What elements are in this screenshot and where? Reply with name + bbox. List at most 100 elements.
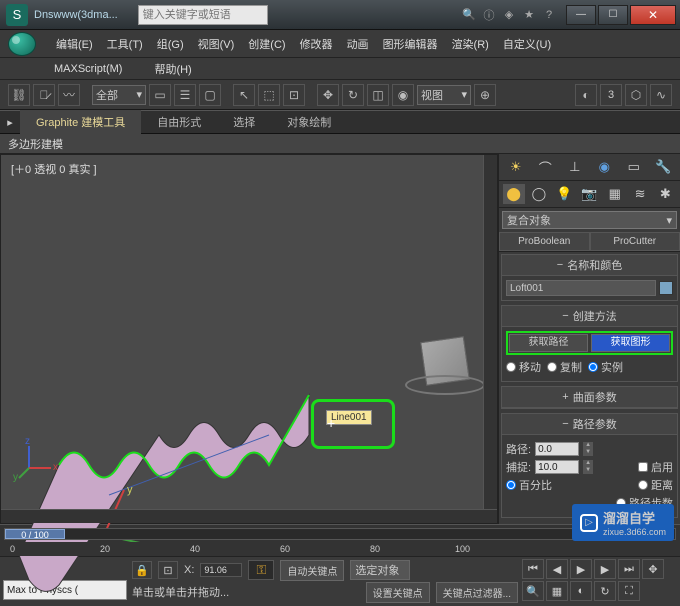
create-geom-icon[interactable]: ⬤ (503, 184, 525, 204)
get-path-button[interactable]: 获取路径 (509, 334, 588, 352)
star-icon[interactable]: ★ (520, 6, 538, 24)
path-value-input[interactable] (535, 442, 579, 456)
loft-object[interactable]: y x (9, 345, 329, 605)
menu-customize[interactable]: 自定义(U) (497, 33, 557, 55)
keyfilter-button[interactable]: 关键点过滤器... (436, 582, 518, 603)
hierarchy-icon[interactable]: ⊥ (564, 157, 586, 177)
ref-coord-icon[interactable]: ◉ (392, 84, 414, 106)
pivot-icon[interactable]: ⊕ (474, 84, 496, 106)
radio-distance[interactable]: 距离 (638, 477, 673, 493)
viewport-scrollbar-v[interactable] (483, 155, 497, 509)
object-name-input[interactable] (506, 280, 656, 296)
create-system-icon[interactable]: ✱ (654, 184, 676, 204)
menu-tools[interactable]: 工具(T) (101, 33, 149, 55)
snap-icon[interactable]: 3 (600, 84, 622, 106)
close-button[interactable]: ✕ (630, 5, 676, 25)
path-spinner[interactable]: ▲▼ (583, 442, 593, 456)
zoom-icon[interactable]: 🔍 (522, 581, 544, 601)
link-icon[interactable]: ⛓ (8, 84, 30, 106)
menu-modifier[interactable]: 修改器 (294, 33, 339, 55)
snap-spinner[interactable]: ▲▼ (583, 460, 593, 474)
select-rect-icon[interactable]: ▢ (199, 84, 221, 106)
snap-value-input[interactable] (535, 460, 579, 474)
select-paint-icon[interactable]: ⊡ (283, 84, 305, 106)
menu-render[interactable]: 渲染(R) (446, 33, 495, 55)
percent-snap-icon[interactable]: ∿ (650, 84, 672, 106)
menu-group[interactable]: 组(G) (151, 33, 190, 55)
menu-create[interactable]: 创建(C) (242, 33, 291, 55)
orbit-icon[interactable]: ↻ (594, 581, 616, 601)
menu-anim[interactable]: 动画 (341, 33, 375, 55)
create-light-icon[interactable]: 💡 (553, 184, 575, 204)
ref-coord-combo[interactable]: 视图▾ (417, 85, 471, 105)
minimize-button[interactable]: — (566, 5, 596, 25)
rotate-icon[interactable]: ↻ (342, 84, 364, 106)
tab-graphite[interactable]: Graphite 建模工具 (20, 110, 141, 134)
help-icon[interactable]: ? (540, 6, 558, 24)
goto-end-icon[interactable]: ⏭ (618, 559, 640, 579)
select-region-icon[interactable]: ⬚ (258, 84, 280, 106)
maximize-viewport-icon[interactable]: ⛶ (618, 581, 640, 601)
help-search-input[interactable] (138, 5, 268, 25)
viewport-scrollbar-h[interactable] (1, 509, 497, 523)
color-swatch[interactable] (659, 281, 673, 295)
ribbon-panel-label[interactable]: 多边形建模 (0, 134, 680, 154)
zoom-all-icon[interactable]: ▦ (546, 581, 568, 601)
maximize-button[interactable]: ☐ (598, 5, 628, 25)
key-target-combo[interactable]: 选定对象 (350, 560, 410, 580)
fov-icon[interactable]: ◐ (570, 581, 592, 601)
radio-move[interactable]: 移动 (506, 359, 541, 375)
binoculars-icon[interactable]: 🔍 (460, 6, 478, 24)
sun-icon[interactable]: ☀ (505, 157, 527, 177)
radio-percent[interactable]: 百分比 (506, 477, 552, 493)
menu-view[interactable]: 视图(V) (192, 33, 241, 55)
goto-start-icon[interactable]: ⏮ (522, 559, 544, 579)
viewport-label[interactable]: [＋0 透视 0 真实 ] (11, 161, 97, 177)
tab-freeform[interactable]: 自由形式 (141, 110, 217, 134)
utilities-icon[interactable]: 🔧 (652, 157, 674, 177)
category-combo[interactable]: 复合对象▾ (502, 211, 677, 229)
tab-objpaint[interactable]: 对象绘制 (271, 110, 347, 134)
create-shape-icon[interactable]: ◯ (528, 184, 550, 204)
manipulate-icon[interactable]: ◐ (575, 84, 597, 106)
cursor-icon[interactable]: ↖ (233, 84, 255, 106)
display-icon[interactable]: ▭ (623, 157, 645, 177)
radio-copy[interactable]: 复制 (547, 359, 582, 375)
unlink-icon[interactable]: ⛓̷ (33, 84, 55, 106)
menu-maxscript[interactable]: MAXScript(M) (48, 60, 128, 78)
next-frame-icon[interactable]: ▶ (594, 559, 616, 579)
prev-frame-icon[interactable]: ◀ (546, 559, 568, 579)
beacon-icon[interactable]: ◈ (500, 6, 518, 24)
setkey-button[interactable]: 设置关键点 (366, 582, 430, 603)
viewcube-ring[interactable] (405, 375, 485, 395)
tab-proboolean[interactable]: ProBoolean (499, 232, 590, 251)
create-spacewarp-icon[interactable]: ≋ (629, 184, 651, 204)
info-icon[interactable]: ⓘ (480, 6, 498, 24)
menu-help[interactable]: 帮助(H) (148, 58, 197, 80)
tab-procutter[interactable]: ProCutter (590, 232, 680, 251)
max-logo-icon[interactable] (8, 32, 36, 56)
menu-grapheditor[interactable]: 图形编辑器 (377, 33, 444, 55)
viewport-perspective[interactable]: [＋0 透视 0 真实 ] y x Line001 + z x y (0, 154, 498, 524)
select-name-icon[interactable]: ☰ (174, 84, 196, 106)
angle-snap-icon[interactable]: ⬡ (625, 84, 647, 106)
scale-icon[interactable]: ◫ (367, 84, 389, 106)
arc-icon[interactable]: ⌒ (534, 157, 556, 177)
ribbon-expand-icon[interactable]: ▸ (0, 116, 20, 129)
select-arrow-icon[interactable]: ▭ (149, 84, 171, 106)
tab-selection[interactable]: 选择 (217, 110, 271, 134)
radio-instance[interactable]: 实例 (588, 359, 623, 375)
create-helper-icon[interactable]: ▦ (604, 184, 626, 204)
bind-icon[interactable]: 〰 (58, 84, 80, 106)
create-camera-icon[interactable]: 📷 (578, 184, 600, 204)
enable-checkbox[interactable]: 启用 (638, 459, 673, 475)
motion-icon[interactable]: ◉ (593, 157, 615, 177)
menu-edit[interactable]: 编辑(E) (50, 33, 99, 55)
move-icon[interactable]: ✥ (317, 84, 339, 106)
time-slider-thumb[interactable]: 0 / 100 (5, 529, 65, 539)
pan-icon[interactable]: ✥ (642, 559, 664, 579)
play-icon[interactable]: ▶ (570, 559, 592, 579)
selection-filter-combo[interactable]: 全部▾ (92, 85, 146, 105)
time-ruler[interactable]: 0 20 40 60 80 100 (0, 542, 680, 556)
get-shape-button[interactable]: 获取图形 (591, 334, 670, 352)
